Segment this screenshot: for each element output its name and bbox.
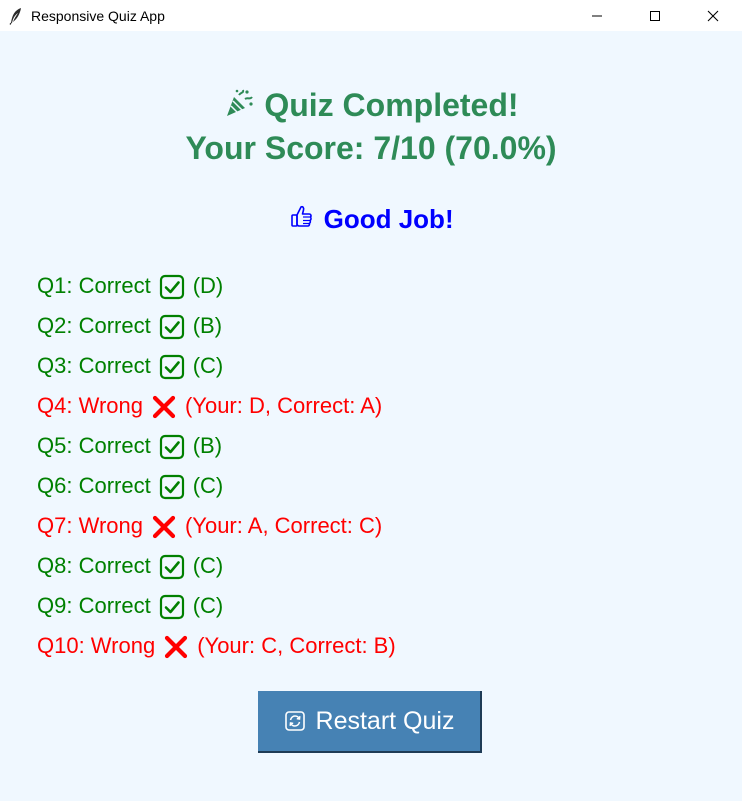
result-row-q1: Q1: Correct (D) — [37, 266, 396, 306]
close-icon — [707, 10, 719, 21]
app-window: Responsive Quiz App Quiz Completed! Your… — [0, 0, 742, 801]
party-popper-icon — [223, 87, 255, 128]
completion-text: Quiz Completed! — [264, 87, 519, 123]
result-detail-text: (C) — [192, 593, 224, 618]
window-controls — [568, 0, 742, 31]
result-row-q5: Q5: Correct (B) — [37, 426, 396, 466]
result-row-q3: Q3: Correct (C) — [37, 346, 396, 386]
restart-quiz-label: Restart Quiz — [315, 706, 455, 735]
cross-mark-icon — [151, 393, 177, 419]
result-detail-text: (C) — [192, 553, 224, 578]
check-mark-icon — [159, 433, 185, 460]
maximize-icon — [650, 10, 660, 21]
close-button[interactable] — [684, 0, 742, 31]
result-status-text: Q10: Wrong — [37, 633, 156, 658]
result-detail-text: (C) — [192, 473, 224, 498]
restart-quiz-button[interactable]: Restart Quiz — [258, 691, 482, 753]
result-row-q4: Q4: Wrong (Your: D, Correct: A) — [37, 386, 396, 426]
check-mark-icon — [159, 553, 185, 580]
result-row-q9: Q9: Correct (C) — [37, 586, 396, 626]
result-status-text: Q9: Correct — [37, 593, 151, 618]
result-header: Quiz Completed! Your Score: 7/10 (70.0%) — [0, 85, 742, 168]
result-status-text: Q7: Wrong — [37, 513, 143, 538]
performance-text: Good Job! — [323, 204, 454, 234]
result-detail-text: (Your: A, Correct: C) — [184, 513, 383, 538]
maximize-button[interactable] — [626, 0, 684, 31]
thumbs-up-icon — [288, 203, 316, 240]
result-detail-text: (B) — [192, 313, 223, 338]
feather-icon — [8, 7, 24, 25]
result-row-q7: Q7: Wrong (Your: A, Correct: C) — [37, 506, 396, 546]
result-status-text: Q6: Correct — [37, 473, 151, 498]
score-text: Your Score: 7/10 (70.0%) — [185, 130, 557, 167]
result-status-text: Q3: Correct — [37, 353, 151, 378]
result-status-text: Q1: Correct — [37, 273, 151, 298]
result-detail-text: (B) — [192, 433, 223, 458]
result-status-text: Q8: Correct — [37, 553, 151, 578]
performance-message: Good Job! — [0, 201, 742, 240]
cross-mark-icon — [151, 513, 177, 539]
result-status-text: Q2: Correct — [37, 313, 151, 338]
cross-mark-icon — [163, 633, 189, 659]
check-mark-icon — [159, 473, 185, 500]
minimize-icon — [592, 15, 602, 16]
result-detail-text: (C) — [192, 353, 224, 378]
check-mark-icon — [159, 593, 185, 620]
result-status-text: Q5: Correct — [37, 433, 151, 458]
completion-line: Quiz Completed! — [0, 85, 742, 128]
result-status-text: Q4: Wrong — [37, 393, 143, 418]
window-title: Responsive Quiz App — [31, 7, 165, 24]
minimize-button[interactable] — [568, 0, 626, 31]
restart-icon — [284, 710, 306, 732]
result-detail-text: (D) — [192, 273, 224, 298]
result-detail-text: (Your: C, Correct: B) — [197, 633, 396, 658]
check-mark-icon — [159, 313, 185, 340]
title-bar[interactable]: Responsive Quiz App — [0, 0, 742, 31]
result-row-q6: Q6: Correct (C) — [37, 466, 396, 506]
check-mark-icon — [159, 273, 185, 300]
check-mark-icon — [159, 353, 185, 380]
result-row-q10: Q10: Wrong (Your: C, Correct: B) — [37, 626, 396, 666]
result-row-q2: Q2: Correct (B) — [37, 306, 396, 346]
results-list: Q1: Correct (D) Q2: Correct (B) Q3: Correct (… — [37, 266, 396, 666]
result-row-q8: Q8: Correct (C) — [37, 546, 396, 586]
result-detail-text: (Your: D, Correct: A) — [184, 393, 383, 418]
